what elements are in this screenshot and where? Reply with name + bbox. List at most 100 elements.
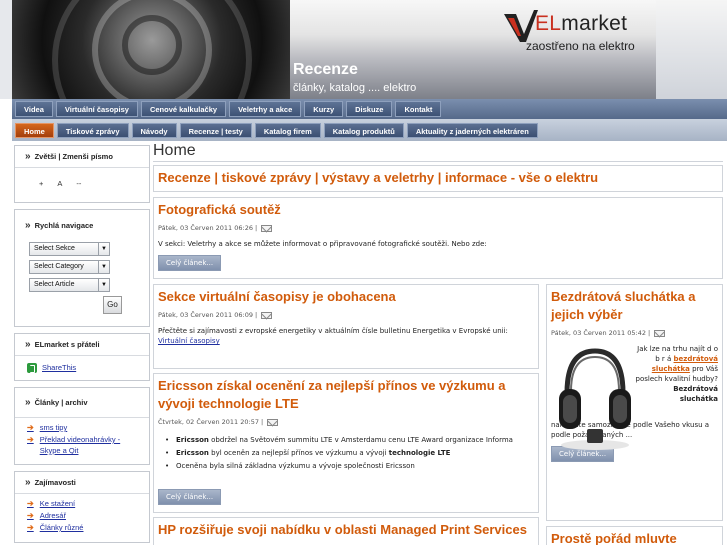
header: ELmarket zaostřeno na elektro Recenze čl… [0, 0, 727, 99]
article-text: Přečtěte si zajímavosti z evropské energ… [158, 327, 508, 345]
nav-katalog-firem[interactable]: Katalog firem [254, 122, 321, 138]
archive-module-header: » Články | archiv [15, 388, 149, 418]
arrow-right-icon: ➔ [27, 511, 34, 520]
article-text: V sekci: Veletrhy a akce se můžete infor… [158, 240, 487, 248]
logo-slogan: zaostřeno na elektro [526, 39, 635, 53]
double-chevron-icon: » [25, 339, 31, 350]
double-chevron-icon: » [25, 477, 31, 488]
read-more-button[interactable]: Celý článek... [158, 489, 222, 505]
article-select[interactable]: Select Article ▼ [29, 278, 110, 292]
interesting-title: Zajímavosti [34, 478, 76, 487]
virtualni-casopisy-link[interactable]: Virtuální časopisy [158, 337, 220, 345]
nav-tiskove-zpravy[interactable]: Tiskové zprávy [56, 122, 129, 138]
article-card: HP rozšiřuje svoji nabídku v oblasti Man… [153, 517, 539, 545]
list-item: Oceněna byla silná základna výzkumu a vý… [158, 460, 534, 473]
article-title[interactable]: HP rozšiřuje svoji nabídku v oblasti Man… [158, 521, 534, 539]
fontsize-module: » Zvětši | Zmenši písmo + A -- [14, 145, 150, 203]
category-select[interactable]: Select Category ▼ [29, 260, 110, 274]
nav-aktuality-jaderne[interactable]: Aktuality z jaderných elektráren [406, 122, 538, 138]
article-title[interactable]: Prostě pořád mluvte [551, 530, 718, 545]
share-icon [27, 362, 37, 373]
dropdown-arrow-icon: ▼ [98, 261, 109, 273]
header-right-panel [656, 0, 727, 99]
fontsize-module-header: » Zvětši | Zmenši písmo [15, 146, 149, 168]
section-select[interactable]: Select Sekce ▼ [29, 242, 110, 256]
font-increase-button[interactable]: + [39, 179, 43, 188]
interesting-module: » Zajímavosti ➔ Ke stažení ➔ Adresář ➔ Č… [14, 471, 150, 543]
share-module: » ELmarket s přáteli ShareThis [14, 333, 150, 381]
header-camera-lens-photo [12, 0, 290, 99]
nav-diskuze[interactable]: Diskuze [346, 101, 393, 117]
nav-kontakt[interactable]: Kontakt [395, 101, 442, 117]
double-chevron-icon: » [25, 397, 31, 408]
read-more-button[interactable]: Celý článek... [158, 255, 222, 271]
article-title[interactable]: Sekce virtuální časopisy je obohacena [158, 288, 534, 306]
title-divider [153, 161, 723, 162]
nav-kurzy[interactable]: Kurzy [304, 101, 344, 117]
list-item: Ericsson byl oceněn za nejlepší přínos v… [158, 447, 534, 460]
dropdown-arrow-icon: ▼ [98, 243, 109, 255]
email-icon[interactable] [261, 311, 273, 319]
page-title: Home [153, 142, 196, 159]
arrow-right-icon: ➔ [27, 499, 34, 508]
archive-link-preklad[interactable]: ➔ Překlad videonahrávky - Skype a Qit [27, 434, 141, 456]
intro-title: Recenze | tiskové zprávy | výstavy a vel… [158, 170, 599, 185]
list-item: Ericsson obdržel na Světovém summitu LTE… [158, 434, 534, 447]
primary-nav: Videa Virtuální časopisy Cenové kalkulač… [12, 99, 727, 119]
email-icon[interactable] [261, 224, 273, 232]
go-button[interactable]: Go [103, 296, 122, 314]
email-icon[interactable] [267, 418, 279, 426]
link-adresar[interactable]: ➔ Adresář [27, 510, 141, 521]
nav-navody[interactable]: Návody [131, 122, 177, 138]
article-card: Fotografická soutěž Pátek, 03 Červen 201… [153, 197, 723, 279]
email-icon[interactable] [654, 329, 666, 337]
article-title[interactable]: Ericsson získal ocenění za nejlepší přín… [158, 377, 528, 413]
nav-recenze-testy[interactable]: Recenze | testy [179, 122, 252, 138]
nav-virtualni-casopisy[interactable]: Virtuální časopisy [55, 101, 138, 117]
elmarket-logo[interactable]: ELmarket zaostřeno na elektro [502, 8, 652, 54]
sidebar: » Zvětši | Zmenši písmo + A -- » Rychlá … [14, 145, 150, 545]
headphones-image [559, 348, 631, 450]
article-card: Ericsson získal ocenění za nejlepší přín… [153, 373, 539, 513]
link-ke-stazeni[interactable]: ➔ Ke stažení [27, 498, 141, 509]
arrow-right-icon: ➔ [27, 523, 34, 532]
logo-text: ELmarket [535, 12, 628, 35]
quicknav-module: » Rychlá navigace Select Sekce ▼ Select C… [14, 209, 150, 327]
article-title[interactable]: Bezdrátová sluchátka a jejich výběr [551, 288, 718, 324]
share-module-header: » ELmarket s přáteli [15, 334, 149, 356]
arrow-right-icon: ➔ [27, 435, 34, 444]
archive-title: Články | archiv [34, 398, 88, 407]
font-decrease-button[interactable]: -- [76, 179, 81, 188]
article-meta: Pátek, 03 Červen 2011 05:42 | [551, 329, 718, 337]
article-title[interactable]: Fotografická soutěž [158, 201, 718, 219]
nav-veletrhy-a-akce[interactable]: Veletrhy a akce [229, 101, 302, 117]
article-meta: Pátek, 03 Červen 2011 06:26 | [158, 224, 718, 232]
intro-box: Recenze | tiskové zprávy | výstavy a vel… [153, 165, 723, 192]
double-chevron-icon: » [25, 151, 31, 162]
interesting-module-header: » Zajímavosti [15, 472, 149, 494]
secondary-nav: Home Tiskové zprávy Návody Recenze | tes… [12, 119, 727, 141]
dropdown-arrow-icon: ▼ [98, 279, 109, 291]
arrow-right-icon: ➔ [27, 423, 34, 432]
archive-module: » Články | archiv ➔ sms tipy ➔ Překlad v… [14, 387, 150, 465]
quicknav-title: Rychlá navigace [34, 220, 94, 230]
archive-link-sms-tipy[interactable]: ➔ sms tipy [27, 422, 141, 433]
header-section-subtitle: články, katalog .... elektro [293, 82, 417, 94]
header-section-title: Recenze [293, 61, 358, 78]
article-meta: Čtvrtek, 02 Červen 2011 20:57 | [158, 418, 534, 426]
font-reset-button[interactable]: A [57, 179, 62, 188]
nav-home[interactable]: Home [15, 122, 54, 138]
link-clanky-ruzne[interactable]: ➔ Články různé [27, 522, 141, 533]
double-chevron-icon: » [25, 219, 31, 231]
article-meta: Pátek, 03 Červen 2011 06:09 | [158, 311, 534, 319]
quicknav-module-header: » Rychlá navigace [15, 210, 149, 240]
share-title: ELmarket s přáteli [34, 340, 100, 349]
sharethis-link[interactable]: ShareThis [27, 362, 141, 373]
article-card: Prostě pořád mluvte [546, 526, 723, 545]
nav-cenove-kalkulacky[interactable]: Cenové kalkulačky [140, 101, 227, 117]
article-bullets: Ericsson obdržel na Světovém summitu LTE… [158, 434, 534, 473]
article-text: Jak lze na trhu najít d o b r á bezdráto… [635, 345, 718, 403]
nav-videa[interactable]: Videa [15, 101, 53, 117]
nav-katalog-produktu[interactable]: Katalog produktů [323, 122, 404, 138]
article-card: Sekce virtuální časopisy je obohacena Pá… [153, 284, 539, 369]
